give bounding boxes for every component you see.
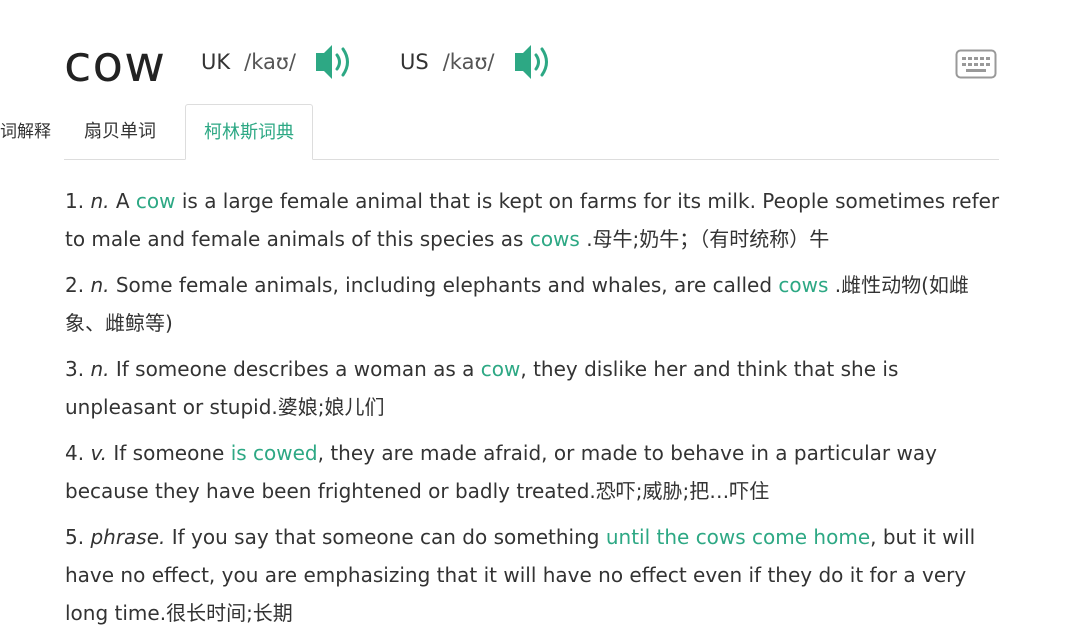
highlighted-word-link[interactable]: cows — [530, 227, 580, 251]
tab-word-explanation[interactable]: 词解释 — [0, 117, 51, 142]
definition-text: If you say that someone can do something — [165, 525, 606, 549]
part-of-speech: n. — [90, 189, 110, 213]
keyboard-icon[interactable] — [955, 49, 997, 79]
highlighted-word-link[interactable]: is cowed — [231, 441, 318, 465]
definition-text: If someone describes a woman as a — [109, 357, 481, 381]
definition-number: 3. — [65, 357, 85, 381]
part-of-speech: n. — [90, 273, 110, 297]
us-phonetic: /kaʊ/ — [442, 50, 495, 74]
highlighted-word-link[interactable]: cow — [481, 357, 521, 381]
uk-phonetic: /kaʊ/ — [244, 50, 296, 74]
definition-text: A — [109, 189, 136, 213]
part-of-speech: phrase. — [90, 525, 166, 549]
speaker-icon[interactable] — [314, 44, 356, 80]
definition-item: 1. n. A cow is a large female animal tha… — [65, 182, 1005, 258]
part-of-speech: n. — [90, 357, 110, 381]
definition-text: Some female animals, including elephants… — [109, 273, 779, 297]
speaker-icon[interactable] — [513, 44, 555, 80]
definition-number: 5. — [65, 525, 85, 549]
highlighted-word-link[interactable]: cow — [136, 189, 176, 213]
highlighted-word-link[interactable]: until the cows come home — [606, 525, 870, 549]
headword: cow — [64, 35, 166, 93]
definition-number: 2. — [65, 273, 85, 297]
definition-item: 2. n. Some female animals, including ele… — [65, 266, 1005, 342]
definition-item: 4. v. If someone is cowed, they are made… — [65, 434, 1005, 510]
uk-label: UK — [201, 50, 231, 74]
tab-shanbay-word[interactable]: 扇贝单词 — [66, 104, 174, 160]
definition-translation: .母牛;奶牛；（有时统称）牛 — [579, 227, 830, 251]
part-of-speech: v. — [90, 441, 108, 465]
definition-item: 5. phrase. If you say that someone can d… — [65, 518, 1005, 632]
definition-list: 1. n. A cow is a large female animal tha… — [65, 182, 1005, 640]
definition-item: 3. n. If someone describes a woman as a … — [65, 350, 1005, 426]
highlighted-word-link[interactable]: cows — [778, 273, 828, 297]
definition-text: If someone — [107, 441, 231, 465]
definition-number: 4. — [65, 441, 85, 465]
us-pronunciation: US /kaʊ/ — [400, 44, 555, 80]
definition-number: 1. — [65, 189, 85, 213]
us-label: US — [400, 50, 429, 74]
tab-collins-dictionary[interactable]: 柯林斯词典 — [185, 104, 313, 160]
uk-pronunciation: UK /kaʊ/ — [201, 44, 356, 80]
